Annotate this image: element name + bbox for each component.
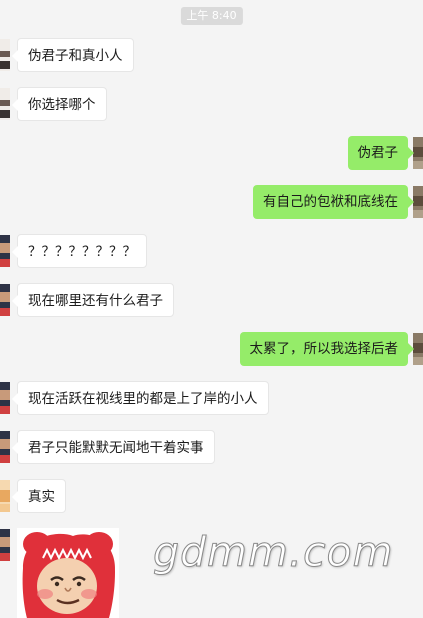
avatar[interactable]: [0, 284, 10, 316]
message-row: 现在活跃在视线里的都是上了岸的小人: [0, 378, 423, 418]
outgoing-message-bubble[interactable]: 太累了，所以我选择后者: [239, 332, 414, 366]
message-row: 现在哪里还有什么君子: [0, 280, 423, 320]
message-row: 伪君子和真小人: [0, 35, 423, 75]
avatar[interactable]: [0, 39, 10, 71]
message-row: 有自己的包袱和底线在: [0, 182, 423, 222]
incoming-message-bubble[interactable]: ？？？？？？？？: [12, 234, 147, 268]
incoming-message-bubble[interactable]: 你选择哪个: [12, 87, 107, 121]
avatar[interactable]: [413, 186, 423, 218]
incoming-message-bubble[interactable]: 君子只能默默无闻地干着实事: [12, 430, 215, 464]
avatar[interactable]: [413, 137, 423, 169]
avatar[interactable]: [0, 235, 10, 267]
avatar[interactable]: [413, 333, 423, 365]
message-row: 伪君子: [0, 133, 423, 173]
avatar[interactable]: [0, 88, 10, 120]
watermark-text: gdmm.com: [153, 528, 394, 577]
outgoing-message-bubble[interactable]: 有自己的包袱和底线在: [253, 185, 414, 219]
time-badge: 上午 8:40: [180, 7, 243, 25]
incoming-message-bubble[interactable]: 现在活跃在视线里的都是上了岸的小人: [12, 381, 269, 415]
message-row: 真实: [0, 476, 423, 516]
meme-face-sticker-icon[interactable]: [17, 528, 119, 618]
incoming-message-bubble[interactable]: 现在哪里还有什么君子: [12, 283, 174, 317]
outgoing-message-bubble[interactable]: 伪君子: [347, 136, 414, 170]
chat-window: 上午 8:40 伪君子和真小人 你选择哪个 伪君子 有自己的包袱和底线在 ？？？…: [0, 0, 423, 618]
avatar[interactable]: [0, 431, 10, 463]
message-row: 君子只能默默无闻地干着实事: [0, 427, 423, 467]
incoming-message-bubble[interactable]: 真实: [12, 479, 66, 513]
avatar[interactable]: [0, 382, 10, 414]
message-row: 你选择哪个: [0, 84, 423, 124]
meme-face-sticker-icon: [17, 528, 119, 618]
message-row: ？？？？？？？？: [0, 231, 423, 271]
message-row: 太累了，所以我选择后者: [0, 329, 423, 369]
avatar[interactable]: [0, 480, 10, 512]
incoming-message-bubble[interactable]: 伪君子和真小人: [12, 38, 134, 72]
avatar[interactable]: [0, 529, 10, 561]
